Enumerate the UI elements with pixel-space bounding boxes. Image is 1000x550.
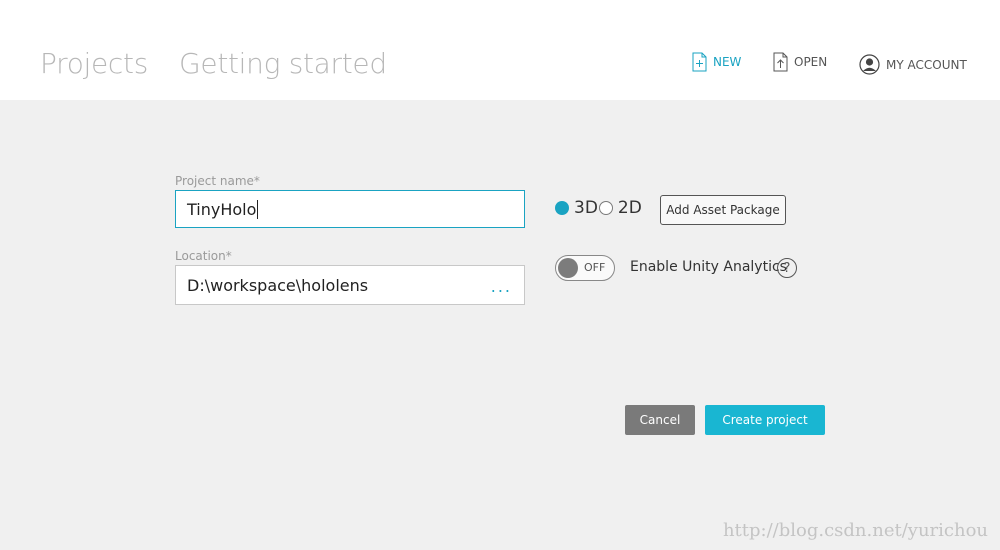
toggle-state-label: OFF (584, 261, 606, 274)
analytics-toggle[interactable]: OFF (555, 255, 615, 281)
toggle-knob (558, 258, 578, 278)
location-value: D:\workspace\hololens (187, 275, 369, 295)
open-project-button[interactable]: OPEN (773, 52, 827, 72)
user-avatar-icon (859, 54, 880, 75)
create-project-button[interactable]: Create project (705, 405, 825, 435)
project-name-value: TinyHolo (187, 199, 257, 219)
open-file-icon (773, 52, 788, 72)
top-header: Projects Getting started NEW OPEN MY ACC… (0, 0, 1000, 100)
my-account-button[interactable]: MY ACCOUNT (859, 54, 967, 75)
project-name-label: Project name* (175, 174, 260, 188)
radio-2d-label[interactable]: 2D (618, 198, 642, 218)
account-label: MY ACCOUNT (886, 57, 967, 72)
new-file-icon (692, 52, 707, 72)
cancel-button[interactable]: Cancel (625, 405, 695, 435)
help-icon[interactable]: ? (777, 258, 797, 278)
project-name-input[interactable]: TinyHolo (175, 190, 525, 228)
radio-3d[interactable] (555, 201, 569, 215)
analytics-label: Enable Unity Analytics (630, 259, 787, 275)
radio-2d[interactable] (598, 201, 613, 215)
new-project-button[interactable]: NEW (692, 52, 741, 72)
radio-3d-label[interactable]: 3D (574, 198, 598, 218)
tab-projects[interactable]: Projects (40, 47, 148, 80)
watermark: http://blog.csdn.net/yurichou (722, 520, 988, 541)
open-label: OPEN (794, 55, 828, 69)
location-input[interactable]: D:\workspace\hololens ... (175, 265, 525, 305)
mode-radio-group: 3D 2D (555, 198, 642, 218)
new-label: NEW (713, 55, 742, 69)
text-caret (257, 199, 259, 219)
location-label: Location* (175, 249, 232, 263)
add-asset-package-button[interactable]: Add Asset Package (660, 195, 786, 225)
browse-location-button[interactable]: ... (491, 277, 512, 296)
tab-getting-started[interactable]: Getting started (179, 47, 387, 80)
